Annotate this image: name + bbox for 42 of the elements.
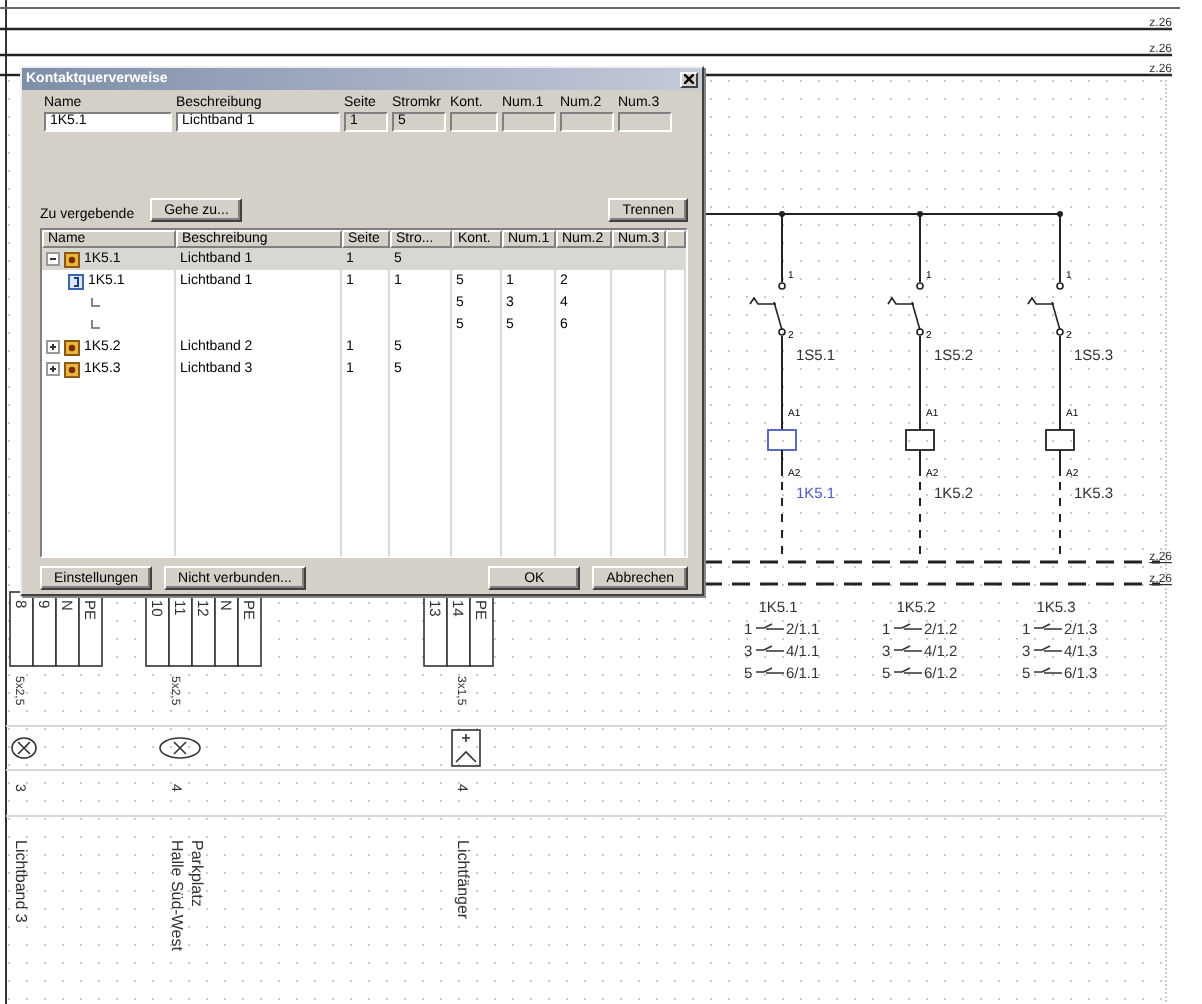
contact-symbol-icon xyxy=(755,623,785,630)
relay-icon xyxy=(64,339,80,355)
wire xyxy=(781,449,783,477)
wire xyxy=(781,335,783,431)
close-button[interactable] xyxy=(680,71,698,87)
junction-dot xyxy=(779,211,785,217)
wire xyxy=(1059,335,1061,431)
readonly-field xyxy=(618,112,672,132)
readonly-field xyxy=(502,112,556,132)
wire xyxy=(919,335,921,431)
contact-symbol-icon xyxy=(1033,667,1063,674)
description-label: Parkplatz xyxy=(188,840,206,907)
junction-dot xyxy=(917,211,923,217)
description-label: Lichtfänger xyxy=(454,840,472,920)
contact-symbol-icon xyxy=(1033,645,1063,652)
readonly-field xyxy=(560,112,614,132)
contact-symbol-icon xyxy=(1033,623,1063,630)
lamp-icon xyxy=(159,737,201,759)
description-label: Lichtband 3 xyxy=(12,840,30,923)
contact-symbol-icon xyxy=(893,623,923,630)
description-label: Halle Süd-West xyxy=(168,840,186,951)
readonly-field xyxy=(450,112,498,132)
switch-icon xyxy=(887,282,924,336)
contact-symbol-icon xyxy=(893,667,923,674)
lamp-icon xyxy=(11,737,37,759)
contact-symbol-icon xyxy=(755,645,785,652)
expand-toggle[interactable] xyxy=(46,362,60,376)
switch-icon xyxy=(1027,282,1064,336)
expand-toggle[interactable] xyxy=(46,340,60,354)
expand-toggle[interactable] xyxy=(46,252,60,266)
relay-icon xyxy=(64,361,80,377)
wire xyxy=(1059,449,1061,477)
relay-icon xyxy=(64,251,80,267)
coil-icon xyxy=(68,273,84,289)
close-icon xyxy=(684,74,694,84)
contact-symbol-icon xyxy=(893,645,923,652)
sensor-icon xyxy=(451,729,481,767)
bus-line xyxy=(0,73,20,77)
junction-dot xyxy=(1057,211,1063,217)
contact-symbol-icon xyxy=(755,667,785,674)
switch-icon xyxy=(749,282,786,336)
wire xyxy=(919,449,921,477)
